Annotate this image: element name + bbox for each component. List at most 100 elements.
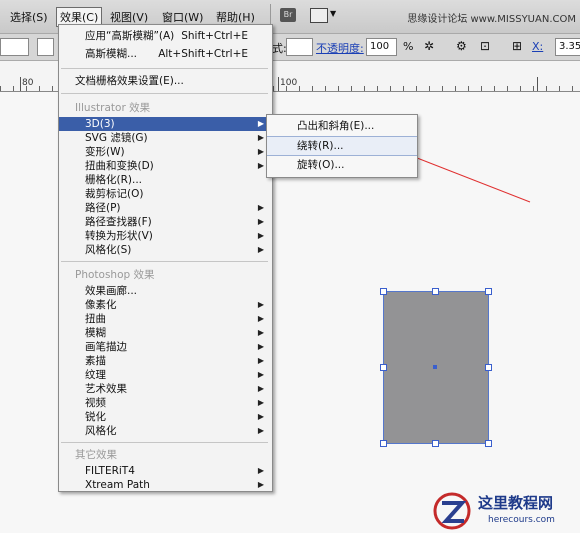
menu-separator <box>61 261 268 262</box>
menu-item-label: 视频 <box>85 397 106 409</box>
chevron-down-icon[interactable]: ▼ <box>330 9 336 18</box>
submenu-arrow-icon: ▶ <box>257 426 264 435</box>
submenu-arrow-icon: ▶ <box>257 342 264 351</box>
style-dropdown[interactable] <box>286 38 313 56</box>
menu-item-video[interactable]: 视频 ▶ <box>59 396 272 410</box>
menu-item-blur[interactable]: 模糊 ▶ <box>59 326 272 340</box>
menu-item-label: 栅格化(R)... <box>85 174 143 186</box>
menu-item-xtream-path[interactable]: Xtream Path ▶ <box>59 478 272 492</box>
stroke-field[interactable] <box>37 38 54 56</box>
bridge-button[interactable]: Br <box>280 8 296 22</box>
selection-handle[interactable] <box>485 288 492 295</box>
menu-item-brush-strokes[interactable]: 画笔描边 ▶ <box>59 340 272 354</box>
selection-handle[interactable] <box>432 440 439 447</box>
submenu-arrow-icon: ▶ <box>257 328 264 337</box>
submenu-arrow-icon: ▶ <box>257 231 264 240</box>
menu-item-svg-filters[interactable]: SVG 滤镜(G) ▶ <box>59 131 272 145</box>
menu-item-label: 模糊 <box>85 327 106 339</box>
menu-item-pathfinder[interactable]: 路径查找器(F) ▶ <box>59 215 272 229</box>
selection-handle[interactable] <box>485 440 492 447</box>
menu-view[interactable]: 视图(V) <box>110 9 148 25</box>
selection-handle[interactable] <box>380 440 387 447</box>
menu-item-convert-to-shape[interactable]: 转换为形状(V) ▶ <box>59 229 272 243</box>
menu-item-sketch[interactable]: 素描 ▶ <box>59 354 272 368</box>
menu-separator <box>61 442 268 443</box>
menu-item-texture[interactable]: 纹理 ▶ <box>59 368 272 382</box>
menu-item-rasterize[interactable]: 栅格化(R)... <box>59 173 272 187</box>
submenu-item-extrude-bevel[interactable]: 凸出和斜角(E)... <box>267 117 417 135</box>
menu-item-label: 纹理 <box>85 369 106 381</box>
fill-swatch[interactable] <box>0 38 29 56</box>
menu-item-label: 艺术效果 <box>85 383 127 395</box>
menu-item-label: 文档栅格效果设置(E)... <box>75 75 184 87</box>
watermark: 思缘设计论坛 www.MISSYUAN.COM <box>407 14 576 25</box>
selection-handle[interactable] <box>432 288 439 295</box>
menu-item-sharpen[interactable]: 锐化 ▶ <box>59 410 272 424</box>
selected-rectangle[interactable] <box>380 288 492 447</box>
recolor-icon[interactable]: ✲ <box>424 39 434 53</box>
menu-item-gaussian-blur[interactable]: 高斯模糊... Alt+Shift+Ctrl+E <box>59 47 272 61</box>
menu-item-artistic[interactable]: 艺术效果 ▶ <box>59 382 272 396</box>
x-label[interactable]: X: <box>532 40 543 53</box>
menu-separator <box>61 68 268 69</box>
arrange-documents-icon[interactable] <box>310 8 328 23</box>
photoshop-effects-header: Photoshop 效果 <box>75 269 155 281</box>
submenu-arrow-icon: ▶ <box>257 384 264 393</box>
submenu-arrow-icon: ▶ <box>257 466 264 475</box>
menu-item-label: 裁剪标记(O) <box>85 188 144 200</box>
menu-window[interactable]: 窗口(W) <box>162 9 203 25</box>
menu-item-label: 3D(3) <box>85 118 115 130</box>
opacity-input[interactable]: 100 <box>366 38 397 56</box>
submenu-item-rotate[interactable]: 旋转(O)... <box>267 156 417 174</box>
opacity-unit: % <box>403 40 414 53</box>
opacity-label[interactable]: 不透明度: <box>316 40 364 56</box>
menu-item-label: 风格化 <box>85 425 117 437</box>
logo-title: 这里教程网 <box>478 494 554 512</box>
menu-item-label: 应用“高斯模糊”(A) <box>85 30 175 42</box>
menu-item-distort-transform[interactable]: 扭曲和变换(D) ▶ <box>59 159 272 173</box>
transform-icon[interactable]: ⊞ <box>512 39 522 53</box>
menu-item-apply-gaussian[interactable]: 应用“高斯模糊”(A) Shift+Ctrl+E <box>59 29 272 43</box>
menu-item-filterit4[interactable]: FILTERiT4 ▶ <box>59 464 272 478</box>
menu-item-label: 高斯模糊... <box>85 48 138 60</box>
menu-item-pixelate[interactable]: 像素化 ▶ <box>59 298 272 312</box>
menu-item-effect-gallery[interactable]: 效果画廊... <box>59 284 272 298</box>
menu-item-label: 效果画廊... <box>85 285 138 297</box>
menu-item-label: Xtream Path <box>85 479 150 491</box>
submenu-arrow-icon: ▶ <box>257 203 264 212</box>
menu-item-crop-marks[interactable]: 裁剪标记(O) <box>59 187 272 201</box>
center-point <box>433 365 437 369</box>
submenu-arrow-icon: ▶ <box>257 370 264 379</box>
align-icon[interactable]: ⊡ <box>480 39 490 53</box>
site-logo: 这里教程网 herecours.com <box>432 489 578 533</box>
menu-item-path[interactable]: 路径(P) ▶ <box>59 201 272 215</box>
submenu-arrow-icon: ▶ <box>257 147 264 156</box>
submenu-arrow-icon: ▶ <box>257 133 264 142</box>
selection-handle[interactable] <box>485 364 492 371</box>
menu-item-label: 锐化 <box>85 411 106 423</box>
menu-item-distort[interactable]: 扭曲 ▶ <box>59 312 272 326</box>
menu-item-doc-raster-settings[interactable]: 文档栅格效果设置(E)... <box>59 74 272 88</box>
submenu-arrow-icon: ▶ <box>257 300 264 309</box>
menu-item-label: 风格化(S) <box>85 244 132 256</box>
selection-handle[interactable] <box>380 364 387 371</box>
submenu-arrow-icon: ▶ <box>257 161 264 170</box>
submenu-arrow-icon: ▶ <box>257 480 264 489</box>
menu-select[interactable]: 选择(S) <box>10 9 48 25</box>
x-input[interactable]: 3.351 <box>555 38 580 56</box>
submenu-item-label: 绕转(R)... <box>297 140 344 152</box>
menu-item-label: 扭曲 <box>85 313 106 325</box>
menu-item-stylize[interactable]: 风格化(S) ▶ <box>59 243 272 257</box>
menu-item-shortcut: Shift+Ctrl+E <box>181 30 248 42</box>
menu-help[interactable]: 帮助(H) <box>216 9 255 25</box>
menu-item-3d[interactable]: 3D(3) ▶ <box>59 117 272 131</box>
menu-item-label: FILTERiT4 <box>85 465 135 477</box>
menu-item-warp[interactable]: 变形(W) ▶ <box>59 145 272 159</box>
gear-icon[interactable]: ⚙ <box>456 39 467 53</box>
menu-separator <box>61 93 268 94</box>
submenu-arrow-icon: ▶ <box>257 314 264 323</box>
style-label-fragment: 式: <box>272 42 287 55</box>
selection-handle[interactable] <box>380 288 387 295</box>
menu-item-ps-stylize[interactable]: 风格化 ▶ <box>59 424 272 438</box>
submenu-item-revolve[interactable]: 绕转(R)... <box>267 136 417 156</box>
